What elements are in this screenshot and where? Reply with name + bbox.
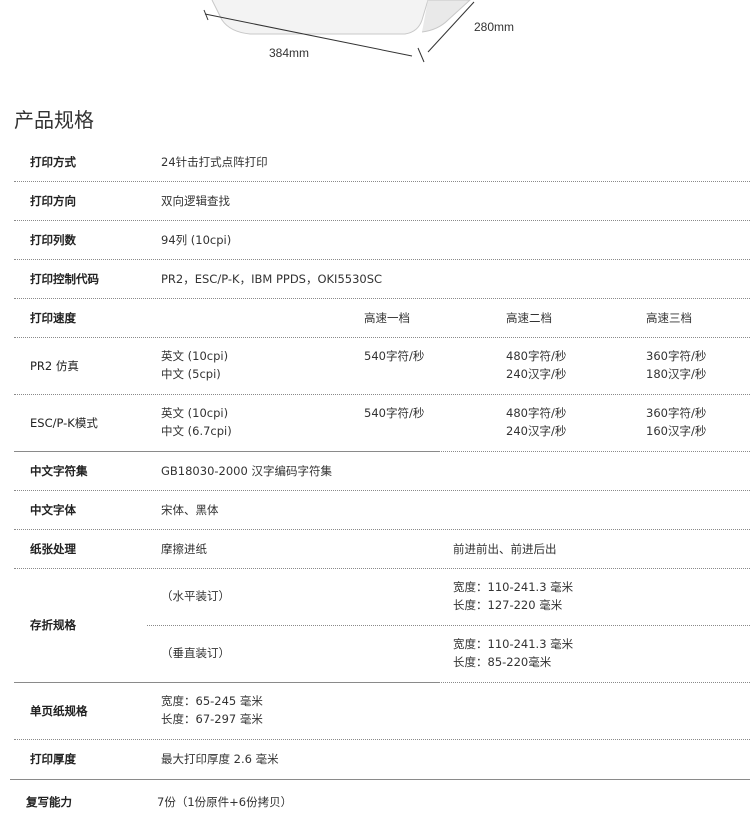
spec-lang-chinese: 中文 (5cpi)	[161, 367, 221, 381]
spec-row-print-method: 打印方式 24针击打式点阵打印	[14, 142, 750, 182]
spec-value: 94列 (10cpi)	[161, 233, 232, 247]
printer-base-outline	[211, 0, 429, 35]
speed-level-2-english: 480字符/秒	[506, 349, 567, 363]
spec-value-copies: 7份（1份原件+6份拷贝）	[157, 795, 293, 809]
speed-level-3-chinese: 180汉字/秒	[646, 367, 707, 381]
spec-label: PR2 仿真	[30, 359, 79, 373]
speed-level-2-chinese: 240汉字/秒	[506, 424, 567, 438]
spec-value: 24针击打式点阵打印	[161, 155, 268, 169]
spec-row-control-codes: 打印控制代码 PR2，ESC/P-K，IBM PPDS，OKI5530SC	[14, 260, 750, 299]
spec-label: 中文字符集	[30, 464, 88, 478]
spec-label: 存折规格	[30, 618, 76, 632]
spec-label: 打印方式	[30, 155, 76, 169]
printer-side-outline	[421, 0, 471, 33]
spec-row-single-sheet: 单页纸规格 宽度：65-245 毫米 长度：67-297 毫米	[14, 683, 750, 740]
passbook-horizontal-length: 长度：127-220 毫米	[453, 598, 563, 612]
speed-level-1-value: 540字符/秒	[364, 349, 425, 363]
single-sheet-width: 宽度：65-245 毫米	[161, 694, 263, 708]
spec-label: 打印速度	[30, 311, 76, 325]
spec-lang-chinese: 中文 (6.7cpi)	[161, 424, 232, 438]
speed-level-1-value: 540字符/秒	[364, 406, 425, 420]
passbook-vertical-name: （垂直装订）	[161, 646, 230, 660]
speed-level-3-header: 高速三档	[646, 311, 692, 325]
spec-row-thickness: 打印厚度 最大打印厚度 2.6 毫米	[10, 740, 750, 780]
spec-value-path: 前进前出、前进后出	[453, 542, 557, 556]
spec-row-fonts: 中文字体 宋体、黑体	[14, 491, 750, 530]
spec-value: 宋体、黑体	[161, 503, 219, 517]
spec-row-print-direction: 打印方向 双向逻辑查找	[14, 182, 750, 221]
spec-label: 单页纸规格	[30, 704, 88, 718]
spec-lang-english: 英文 (10cpi)	[161, 406, 229, 420]
passbook-horizontal-width: 宽度：110-241.3 毫米	[453, 580, 574, 594]
spec-label: 纸张处理	[30, 542, 76, 556]
speed-level-3-english: 360字符/秒	[646, 349, 707, 363]
depth-dimension-label: 280mm	[474, 20, 515, 34]
speed-level-1-header: 高速一档	[364, 311, 410, 325]
spec-value: PR2，ESC/P-K，IBM PPDS，OKI5530SC	[161, 272, 383, 286]
spec-label: ESC/P-K模式	[30, 416, 98, 430]
width-dimension-label: 384mm	[269, 46, 310, 60]
passbook-vertical-width: 宽度：110-241.3 毫米	[453, 637, 574, 651]
spec-row-speed-header: 打印速度 高速一档 高速二档 高速三档	[14, 299, 750, 338]
spec-row-escpk: ESC/P-K模式 英文 (10cpi) 中文 (6.7cpi) 540字符/秒…	[14, 395, 750, 451]
product-dimension-drawing	[203, 0, 475, 63]
section-title: 产品规格	[14, 108, 94, 132]
spec-value: 最大打印厚度 2.6 毫米	[161, 752, 279, 766]
speed-level-2-english: 480字符/秒	[506, 406, 567, 420]
width-tick-left	[203, 9, 209, 21]
spec-label: 打印列数	[30, 233, 76, 247]
width-tick-right	[417, 47, 425, 63]
passbook-horizontal-name: （水平装订）	[161, 589, 230, 603]
spec-label-copies: 复写能力	[26, 795, 72, 809]
spec-value-feed: 摩擦进纸	[161, 542, 207, 556]
spec-value: GB18030-2000 汉字编码字符集	[161, 464, 332, 478]
spec-row-pr2: PR2 仿真 英文 (10cpi) 中文 (5cpi) 540字符/秒 480字…	[14, 338, 750, 395]
spec-label: 打印方向	[30, 194, 76, 208]
spec-label: 打印控制代码	[30, 272, 99, 286]
spec-row-paper: 纸张处理 摩擦进纸 前进前出、前进后出	[14, 530, 750, 569]
speed-level-3-english: 360字符/秒	[646, 406, 707, 420]
spec-row-print-columns: 打印列数 94列 (10cpi)	[14, 221, 750, 260]
single-sheet-length: 长度：67-297 毫米	[161, 712, 263, 726]
spec-value: 双向逻辑查找	[161, 194, 230, 208]
speed-level-2-chinese: 240汉字/秒	[506, 367, 567, 381]
speed-level-2-header: 高速二档	[506, 311, 552, 325]
passbook-sub-divider	[147, 625, 750, 626]
speed-level-3-chinese: 160汉字/秒	[646, 424, 707, 438]
spec-label: 打印厚度	[30, 752, 76, 766]
spec-row-charset: 中文字符集 GB18030-2000 汉字编码字符集	[14, 452, 750, 491]
spec-lang-english: 英文 (10cpi)	[161, 349, 229, 363]
spec-label: 中文字体	[30, 503, 76, 517]
passbook-vertical-length: 长度：85-220毫米	[453, 655, 552, 669]
